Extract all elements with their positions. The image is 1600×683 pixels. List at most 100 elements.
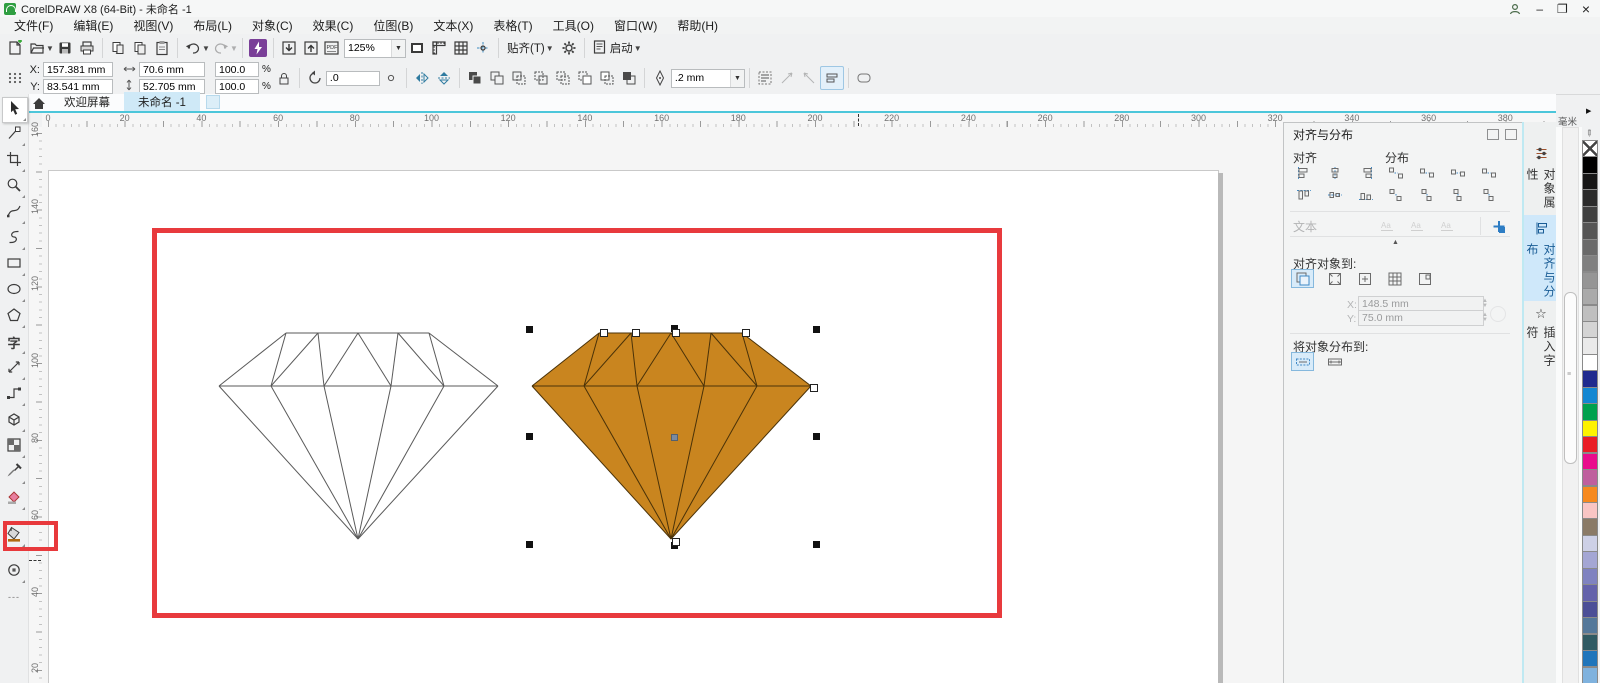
docker-tab-align-distribute[interactable]: 对齐与分布 (1524, 215, 1558, 301)
print-button[interactable] (76, 37, 98, 59)
wrap-text-button[interactable] (754, 67, 776, 89)
new-tab-button[interactable] (206, 95, 220, 109)
docker-tab-object-properties[interactable]: 对象属性 (1524, 140, 1558, 216)
zoom-level-combo[interactable]: ▼ (344, 39, 406, 58)
selection-handle[interactable] (526, 433, 533, 440)
no-color-swatch[interactable] (1582, 140, 1598, 157)
menu-item[interactable]: 工具(O) (543, 16, 604, 35)
chevron-down-icon[interactable]: ▼ (202, 44, 210, 53)
selection-handle[interactable] (813, 433, 820, 440)
weld-button[interactable] (486, 67, 508, 89)
smart-fill-tool[interactable] (2, 487, 26, 511)
align-to-page-edge-button[interactable] (1323, 269, 1346, 288)
selection-handle[interactable] (526, 326, 533, 333)
node-marker[interactable] (672, 538, 680, 546)
outline-width-combo[interactable]: ▼ (671, 69, 745, 88)
selection-handle[interactable] (813, 326, 820, 333)
color-swatch[interactable] (1582, 469, 1598, 486)
distribute-spacing-h-button[interactable] (1446, 163, 1469, 182)
add-guideline-button[interactable] (1487, 217, 1510, 236)
trim-button[interactable] (508, 67, 530, 89)
rectangle-tool[interactable] (2, 253, 26, 277)
zoom-tool[interactable] (2, 175, 26, 199)
color-swatch[interactable] (1582, 321, 1598, 338)
minimize-button[interactable]: – (1536, 4, 1543, 14)
export-button[interactable] (300, 37, 322, 59)
text-properties-button[interactable] (820, 66, 844, 90)
menu-item[interactable]: 布局(L) (183, 16, 242, 35)
chevron-down-icon[interactable]: ▼ (391, 40, 405, 57)
create-boundary-button[interactable] (618, 67, 640, 89)
selection-handle[interactable] (526, 541, 533, 548)
menu-item[interactable]: 编辑(E) (63, 16, 123, 35)
tab-welcome-screen[interactable]: 欢迎屏幕 (50, 92, 124, 111)
color-swatch[interactable] (1582, 486, 1598, 503)
object-center-marker[interactable] (671, 434, 678, 441)
color-swatch[interactable] (1582, 189, 1598, 206)
new-document-button[interactable] (4, 37, 26, 59)
color-swatch[interactable] (1582, 667, 1598, 683)
dimension-tool[interactable] (2, 357, 26, 381)
scale-y-field[interactable] (215, 79, 259, 94)
dynamic-guides-button[interactable] (472, 37, 494, 59)
polygon-tool[interactable] (2, 305, 26, 329)
mirror-vertical-button[interactable] (433, 67, 455, 89)
outline-width-field[interactable] (672, 72, 730, 84)
connector-tool[interactable] (2, 383, 26, 407)
intersect-button[interactable] (530, 67, 552, 89)
color-swatch[interactable] (1582, 617, 1598, 634)
undo-button[interactable] (182, 37, 204, 59)
node-marker[interactable] (632, 329, 640, 337)
artistic-media-tool[interactable] (2, 227, 26, 251)
node-marker[interactable] (672, 329, 680, 337)
docker-tab-insert-character[interactable]: ☆插入字符 (1524, 300, 1558, 381)
object-width-field[interactable] (139, 62, 205, 77)
cut-button[interactable] (107, 37, 129, 59)
open-button[interactable] (26, 37, 48, 59)
distribute-left-button[interactable] (1384, 163, 1407, 182)
menu-item[interactable]: 位图(B) (363, 16, 423, 35)
color-swatch[interactable] (1582, 305, 1598, 322)
text-baseline-last-button[interactable]: Aa (1406, 216, 1429, 235)
color-swatch[interactable] (1582, 387, 1598, 404)
launch-menu[interactable]: 启动▼ (589, 39, 646, 58)
color-swatch[interactable] (1582, 453, 1598, 470)
outline-pen-tool[interactable] (2, 560, 26, 584)
docker-close-button[interactable] (1505, 129, 1517, 140)
color-swatch[interactable] (1582, 370, 1598, 387)
align-to-specified-point-button[interactable] (1413, 269, 1436, 288)
color-swatch[interactable] (1582, 551, 1598, 568)
redo-button[interactable] (210, 37, 232, 59)
node-marker[interactable] (742, 329, 750, 337)
color-swatch[interactable] (1582, 568, 1598, 585)
color-swatch[interactable] (1582, 354, 1598, 371)
menu-item[interactable]: 文件(F) (4, 16, 63, 35)
color-swatch[interactable] (1582, 239, 1598, 256)
chevron-down-icon[interactable]: ▼ (46, 44, 54, 53)
palette-scroll-up-icon[interactable]: ▶ (1586, 107, 1591, 115)
wireframe-diamond-object[interactable] (218, 332, 499, 540)
import-button[interactable] (278, 37, 300, 59)
distribute-center-h-button[interactable] (1415, 163, 1438, 182)
color-swatch[interactable] (1582, 337, 1598, 354)
color-swatch[interactable] (1582, 272, 1598, 289)
color-swatch[interactable] (1582, 206, 1598, 223)
vertical-scrollbar[interactable]: ≡ (1562, 127, 1579, 683)
shape-tool[interactable] (2, 123, 26, 147)
close-button[interactable]: × (1582, 4, 1590, 14)
fullscreen-preview-button[interactable] (406, 37, 428, 59)
palette-flyout-icon[interactable]: ✎ (1582, 127, 1595, 140)
mirror-horizontal-button[interactable] (411, 67, 433, 89)
simplify-button[interactable] (552, 67, 574, 89)
tab-untitled-document[interactable]: 未命名 -1 (124, 92, 200, 111)
chevron-down-icon[interactable]: ▼ (230, 44, 238, 53)
sign-in-icon[interactable] (1509, 3, 1522, 15)
search-content-button[interactable] (247, 37, 269, 59)
combine-button[interactable] (464, 67, 486, 89)
extrude-tool[interactable] (2, 409, 26, 433)
text-tool[interactable]: 字 (2, 331, 26, 355)
distribute-center-v-button[interactable] (1415, 185, 1438, 204)
align-to-grid-button[interactable] (1383, 269, 1406, 288)
menu-item[interactable]: 文本(X) (423, 16, 483, 35)
color-swatch[interactable] (1582, 173, 1598, 190)
